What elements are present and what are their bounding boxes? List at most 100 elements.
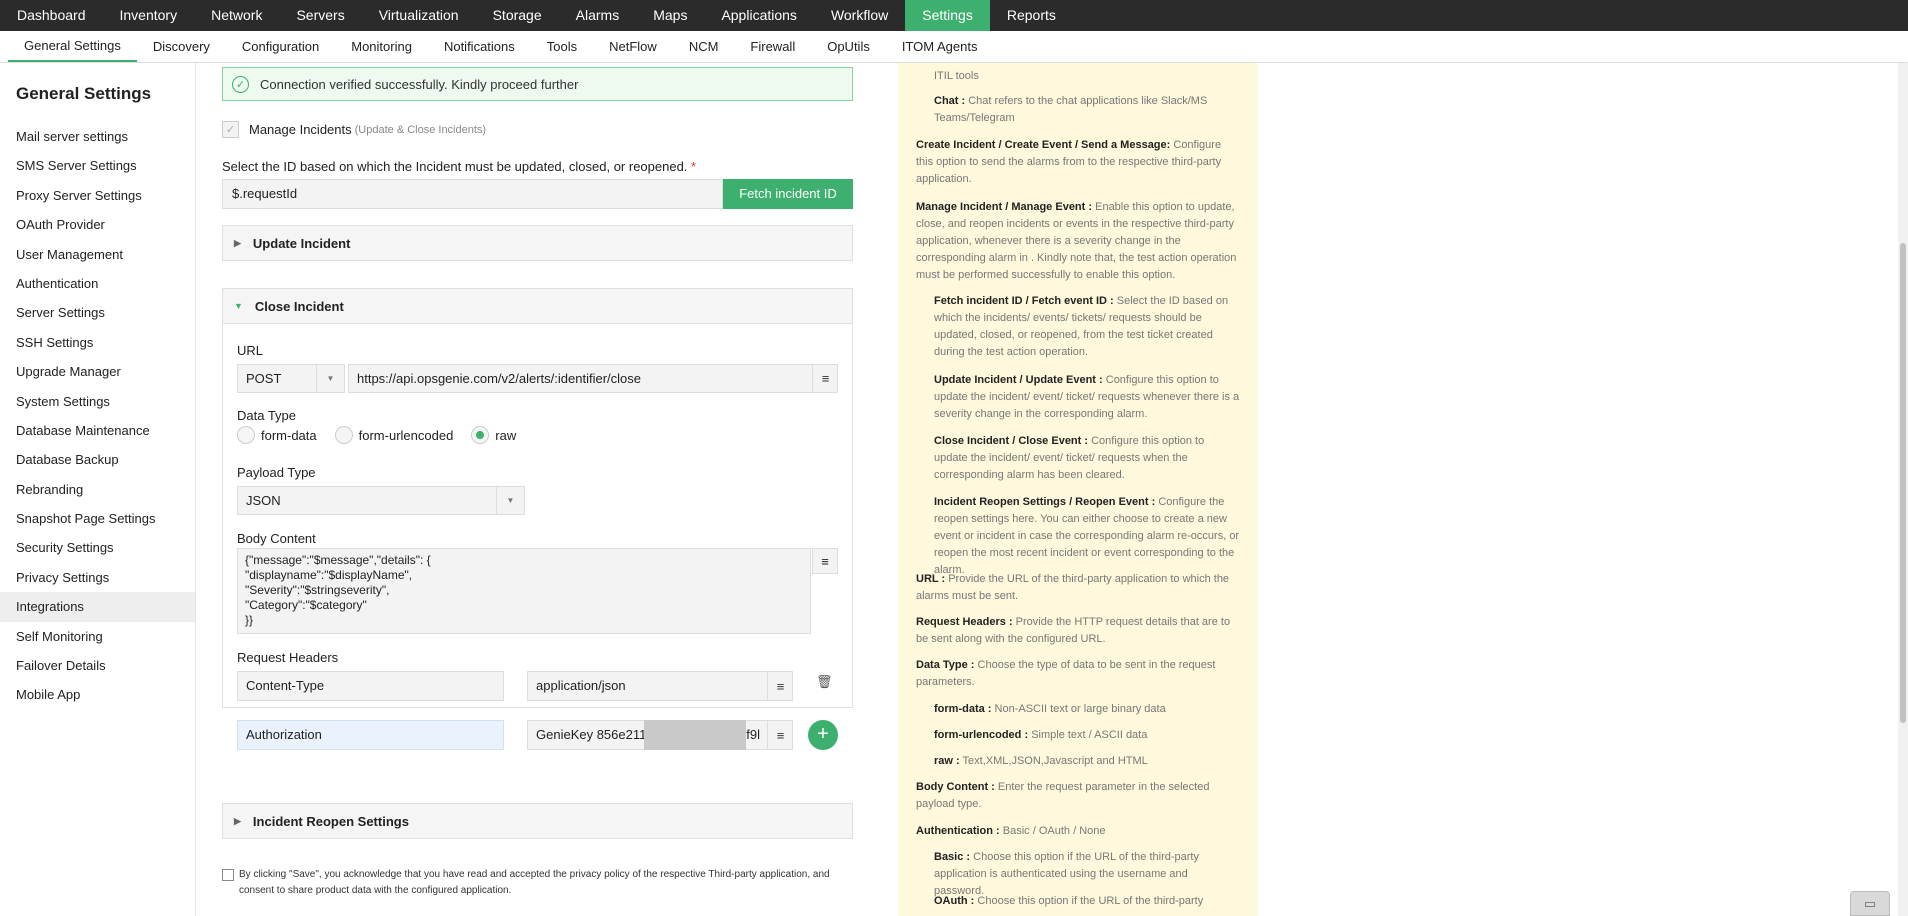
sidebar-item-database-maintenance[interactable]: Database Maintenance	[0, 416, 195, 445]
radio-form-urlencoded[interactable]: form-urlencoded	[334, 426, 453, 444]
subnav-tools[interactable]: Tools	[531, 31, 593, 62]
dropdown-arrow-icon: ▼	[316, 365, 344, 392]
nav-workflow[interactable]: Workflow	[814, 0, 905, 31]
subnav-general-settings[interactable]: General Settings	[8, 31, 137, 62]
help-formdata: form-data : Non-ASCII text or large bina…	[934, 701, 1240, 718]
help-fetch: Fetch incident ID / Fetch event ID : Sel…	[934, 293, 1240, 361]
nav-dashboard[interactable]: Dashboard	[0, 0, 103, 31]
header-value-tail: f9l	[746, 727, 760, 742]
url-input[interactable]: https://api.opsgenie.com/v2/alerts/:iden…	[348, 364, 838, 393]
manage-incidents-checkbox[interactable]: ✓	[222, 121, 239, 138]
header-key-input[interactable]: Authorization	[237, 720, 504, 750]
body-content-textarea[interactable]: {"message":"$message","details": { "disp…	[237, 548, 811, 634]
radio-label: form-data	[261, 427, 317, 443]
success-banner: ✓ Connection verified successfully. Kind…	[222, 67, 853, 101]
subnav-monitoring[interactable]: Monitoring	[335, 31, 428, 62]
subnav-discovery[interactable]: Discovery	[137, 31, 226, 62]
sidebar-item-snapshot-page[interactable]: Snapshot Page Settings	[0, 504, 195, 533]
insert-variable-icon[interactable]: ≡	[767, 672, 793, 700]
update-incident-title: Update Incident	[252, 235, 351, 251]
nav-settings[interactable]: Settings	[905, 0, 990, 31]
help-term: Create Incident / Create Event / Send a …	[916, 139, 1171, 151]
sidebar-item-sms-server[interactable]: SMS Server Settings	[0, 151, 195, 180]
sidebar-item-self-monitoring[interactable]: Self Monitoring	[0, 622, 195, 651]
sidebar-item-upgrade-manager[interactable]: Upgrade Manager	[0, 357, 195, 386]
nav-virtualization[interactable]: Virtualization	[362, 0, 476, 31]
sidebar-item-integrations[interactable]: Integrations	[0, 592, 195, 622]
subnav-ncm[interactable]: NCM	[673, 31, 735, 62]
subnav-notifications[interactable]: Notifications	[428, 31, 531, 62]
nav-maps[interactable]: Maps	[636, 0, 704, 31]
data-type-label: Data Type	[237, 408, 297, 423]
payload-type-select[interactable]: JSON ▼	[237, 486, 525, 515]
help-term: Chat :	[934, 95, 966, 107]
nav-reports[interactable]: Reports	[990, 0, 1073, 31]
subnav-netflow[interactable]: NetFlow	[593, 31, 673, 62]
request-id-input[interactable]: $.requestId	[222, 179, 723, 209]
request-headers-label: Request Headers	[237, 650, 339, 665]
insert-variable-icon[interactable]: ≡	[812, 365, 838, 392]
help-close: Close Incident / Close Event : Configure…	[934, 433, 1240, 484]
sidebar-item-security-settings[interactable]: Security Settings	[0, 533, 195, 562]
help-term: Fetch incident ID / Fetch event ID :	[934, 295, 1114, 307]
sidebar-item-mail-server[interactable]: Mail server settings	[0, 122, 195, 151]
nav-network[interactable]: Network	[194, 0, 279, 31]
close-incident-title: Close Incident	[254, 298, 344, 314]
url-value: https://api.opsgenie.com/v2/alerts/:iden…	[357, 371, 641, 386]
add-header-button[interactable]: +	[808, 720, 838, 750]
select-id-text: Select the ID based on which the Inciden…	[222, 159, 688, 174]
subnav-itom-agents[interactable]: ITOM Agents	[886, 31, 994, 62]
help-update: Update Incident / Update Event : Configu…	[934, 372, 1240, 423]
insert-variable-icon[interactable]: ≡	[812, 548, 838, 574]
help-urlencoded: form-urlencoded : Simple text / ASCII da…	[934, 727, 1240, 744]
sidebar-item-user-management[interactable]: User Management	[0, 240, 195, 269]
help-term: URL :	[916, 573, 946, 585]
sidebar-item-proxy-server[interactable]: Proxy Server Settings	[0, 181, 195, 210]
help-term: Data Type :	[916, 659, 975, 671]
radio-form-data[interactable]: form-data	[237, 426, 317, 444]
help-term: Body Content :	[916, 781, 995, 793]
sidebar-item-mobile-app[interactable]: Mobile App	[0, 680, 195, 709]
consent-checkbox[interactable]	[222, 869, 234, 881]
header-value-input[interactable]: application/json	[527, 671, 793, 701]
nav-applications[interactable]: Applications	[704, 0, 814, 31]
sidebar-item-oauth-provider[interactable]: OAuth Provider	[0, 210, 195, 239]
help-desc: Chat refers to the chat applications lik…	[934, 95, 1208, 124]
help-create: Create Incident / Create Event / Send a …	[916, 137, 1240, 188]
fetch-incident-id-button[interactable]: Fetch incident ID	[723, 179, 853, 209]
help-term: Basic :	[934, 851, 971, 863]
help-url: URL : Provide the URL of the third-party…	[916, 571, 1240, 605]
redacted-block	[644, 720, 746, 750]
nav-inventory[interactable]: Inventory	[103, 0, 195, 31]
subnav-firewall[interactable]: Firewall	[734, 31, 811, 62]
sidebar-item-authentication[interactable]: Authentication	[0, 269, 195, 298]
sidebar-item-database-backup[interactable]: Database Backup	[0, 445, 195, 474]
subnav-configuration[interactable]: Configuration	[226, 31, 335, 62]
sidebar-item-privacy-settings[interactable]: Privacy Settings	[0, 563, 195, 592]
scrollbar-thumb[interactable]	[1900, 243, 1906, 723]
header-key-input[interactable]: Content-Type	[237, 671, 504, 701]
radio-raw[interactable]: raw	[471, 426, 516, 444]
nav-storage[interactable]: Storage	[476, 0, 559, 31]
sidebar-item-system-settings[interactable]: System Settings	[0, 387, 195, 416]
consent-row: By clicking "Save", you acknowledge that…	[222, 867, 862, 899]
trash-icon[interactable]: 🗑	[816, 674, 833, 690]
incident-reopen-accordion[interactable]: ▶ Incident Reopen Settings	[222, 803, 853, 839]
sidebar-item-failover-details[interactable]: Failover Details	[0, 651, 195, 680]
insert-variable-icon[interactable]: ≡	[767, 721, 793, 749]
nav-servers[interactable]: Servers	[279, 0, 361, 31]
update-incident-accordion[interactable]: ▶ Update Incident	[222, 225, 853, 261]
method-select[interactable]: POST ▼	[237, 364, 345, 393]
radio-label: raw	[495, 427, 517, 443]
caret-right-icon: ▶	[234, 237, 241, 248]
sidebar-item-ssh-settings[interactable]: SSH Settings	[0, 328, 195, 357]
help-desc: Choose this option if the URL of the thi…	[934, 851, 1199, 897]
subnav-oputils[interactable]: OpUtils	[811, 31, 886, 62]
nav-alarms[interactable]: Alarms	[559, 0, 637, 31]
sidebar-item-rebranding[interactable]: Rebranding	[0, 475, 195, 504]
integration-form: ✓ Connection verified successfully. Kind…	[222, 63, 854, 916]
sidebar-item-server-settings[interactable]: Server Settings	[0, 298, 195, 327]
required-mark: *	[691, 159, 697, 174]
close-incident-accordion[interactable]: ▼ Close Incident	[222, 288, 853, 324]
chat-icon[interactable]: ▭	[1850, 891, 1890, 916]
